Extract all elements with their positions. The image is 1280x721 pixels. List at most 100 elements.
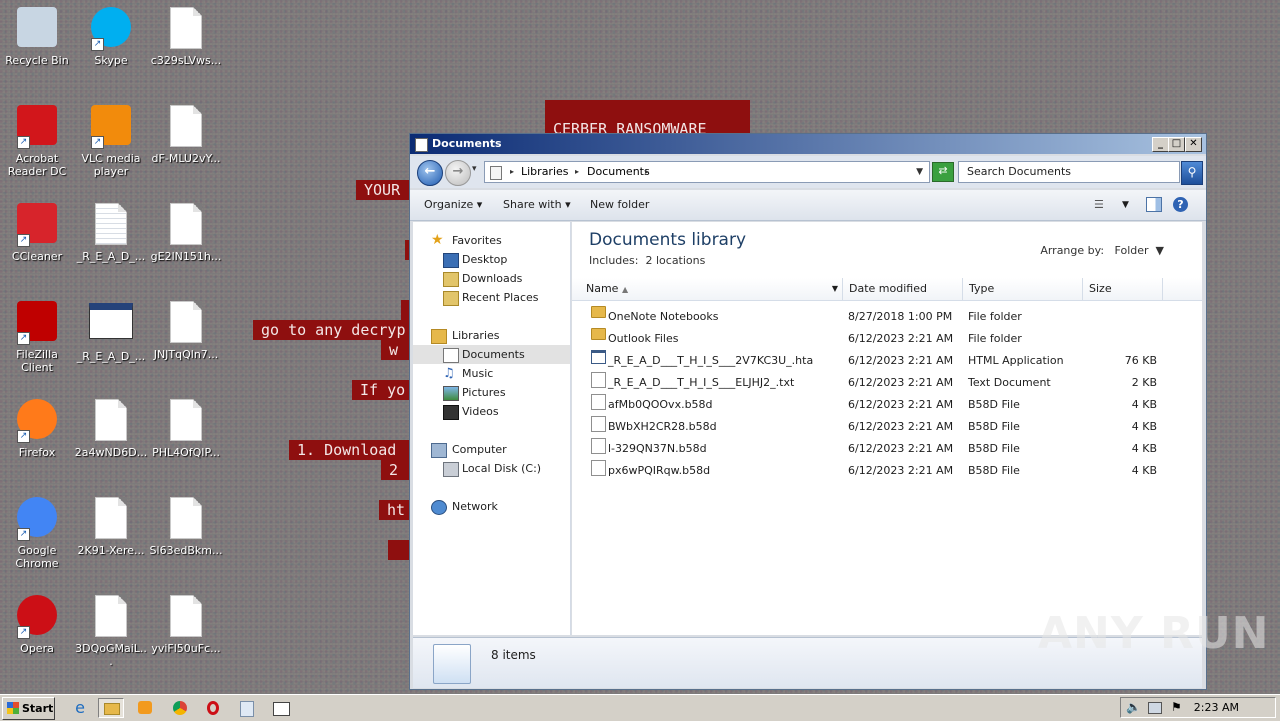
desktop-icon[interactable]: PHL4OfQIP... [149,397,223,459]
notepad-icon[interactable] [234,698,260,718]
nav-videos[interactable]: Videos [413,402,570,421]
arrange-by-dropdown[interactable]: Folder ▼ [1115,244,1164,257]
ie-icon[interactable]: e [67,698,93,718]
desktop-icon[interactable]: JNJTqQln7... [149,299,223,361]
pictures-icon [443,386,459,401]
address-bar: ← → ▾ ▸ Libraries ▸ Documents ▸ ▼ ⇄ Sear… [410,156,1206,188]
nav-documents[interactable]: Documents [413,345,570,364]
desktop-icon[interactable]: yviFl50uFc... [149,593,223,655]
file-row[interactable]: afMb0QOOvx.b58d 6/12/2023 2:21 AM B58D Fil… [572,394,1202,416]
clock[interactable]: 2:23 AM [1194,698,1239,717]
desktop-icon-label: VLC media player [81,152,141,178]
nav-downloads[interactable]: Downloads [413,269,570,288]
nav-network[interactable]: Network [413,497,570,516]
back-button[interactable]: ← [417,160,443,186]
forward-button[interactable]: → [445,160,471,186]
network-tray-icon[interactable] [1148,702,1162,714]
column-date-modified[interactable]: Date modified [843,278,963,300]
desktop-icon[interactable]: Recycle Bin [0,5,74,67]
file-row[interactable]: px6wPQIRqw.b58d 6/12/2023 2:21 AM B58D Fil… [572,460,1202,482]
filezilla-icon: ↗ [15,301,59,345]
column-name[interactable]: Name ▲ ▼ [580,278,843,300]
file-row[interactable]: _R_E_A_D___T_H_I_S___ELJHJ2_.txt 6/12/202… [572,372,1202,394]
desktop-icon[interactable]: ↗ Skype [74,5,148,67]
breadcrumb-documents[interactable]: Documents [587,162,650,182]
desktop-icon[interactable]: _R_E_A_D_... [74,299,148,363]
volume-icon[interactable]: 🔈 [1126,700,1141,714]
nav-libraries[interactable]: Libraries [413,326,570,345]
column-size[interactable]: Size [1083,278,1163,300]
desktop-icon[interactable]: ↗ VLC media player [74,103,148,178]
search-icon[interactable]: ⚲ [1181,161,1203,185]
refresh-icon[interactable]: ⇄ [932,162,954,182]
file-row[interactable]: BWbXH2CR28.b58d 6/12/2023 2:21 AM B58D Fil… [572,416,1202,438]
share-with-button[interactable]: Share with ▾ [503,190,571,220]
search-input[interactable]: Search Documents [958,161,1180,183]
desktop-icon-label: Opera [20,642,54,655]
recent-pages-chevron-icon[interactable]: ▾ [472,164,477,174]
view-dropdown-icon[interactable]: ▼ [1122,190,1129,220]
file-icon [164,7,208,51]
media-player-icon[interactable] [133,698,159,718]
nav-local-disk[interactable]: Local Disk (C:) [413,459,570,478]
nav-recent-places[interactable]: Recent Places [413,288,570,307]
shortcut-arrow-icon: ↗ [17,136,30,149]
title-bar[interactable]: Documents _ □ ✕ [410,134,1206,154]
desktop-icon-label: _R_E_A_D_... [76,350,146,363]
desktop-icon[interactable]: 2a4wND6D... [74,397,148,459]
desktop-icon[interactable]: c329sLVws... [149,5,223,67]
desktop-icon[interactable]: 2K91-Xere... [74,495,148,557]
explorer-icon[interactable] [98,698,124,718]
file-date: 6/12/2023 2:21 AM [848,398,954,411]
nav-desktop[interactable]: Desktop [413,250,570,269]
file-type: B58D File [968,398,1020,411]
desktop-icon[interactable]: ↗ FileZilla Client [0,299,74,374]
desktop-icon[interactable]: 3DQoGMaiL... [74,593,148,668]
breadcrumb-chevron-icon[interactable]: ▸ [645,162,649,182]
nav-pictures[interactable]: Pictures [413,383,570,402]
recent-places-icon [443,291,459,306]
new-folder-button[interactable]: New folder [590,190,649,220]
file-row[interactable]: OneNote Notebooks 8/27/2018 1:00 PM File f… [572,306,1202,328]
address-dropdown-icon[interactable]: ▼ [916,162,923,182]
desktop-icon[interactable]: gE2lN151h... [149,201,223,263]
breadcrumb-chevron-icon[interactable]: ▸ [575,162,579,182]
vlc-icon: ↗ [89,105,133,149]
view-options-icon[interactable]: ☰ [1094,190,1104,220]
desktop-icon[interactable]: Sl63edBkm... [149,495,223,557]
desktop-icon[interactable]: dF-MLU2vY... [149,103,223,165]
nav-favorites[interactable]: ★ Favorites [413,231,570,250]
desktop-icon-label: dF-MLU2vY... [151,152,221,165]
file-row[interactable]: Outlook Files 6/12/2023 2:21 AM File folde… [572,328,1202,350]
desktop-icon-label: PHL4OfQIP... [152,446,220,459]
file-row[interactable]: l-329QN37N.b58d 6/12/2023 2:21 AM B58D Fil… [572,438,1202,460]
action-center-flag-icon[interactable]: ⚑ [1171,700,1182,714]
file-icon [164,497,208,541]
desktop-icon[interactable]: ↗ Firefox [0,397,74,459]
desktop-icon[interactable]: _R_E_A_D_... [74,201,148,263]
desktop-icon[interactable]: ↗ Opera [0,593,74,655]
file-size: 4 KB [1131,442,1157,455]
minimize-button[interactable]: _ [1152,137,1169,152]
desktop-icon[interactable]: ↗ Acrobat Reader DC [0,103,74,178]
column-type[interactable]: Type [963,278,1083,300]
maximize-button[interactable]: □ [1168,137,1185,152]
folder-icon [591,306,606,318]
breadcrumb-libraries[interactable]: Libraries [521,162,569,182]
start-button[interactable]: Start [2,697,55,720]
breadcrumb[interactable]: ▸ Libraries ▸ Documents ▸ ▼ [484,161,930,183]
nav-music[interactable]: ♫ Music [413,364,570,383]
chrome-icon[interactable] [168,698,194,718]
locations-link[interactable]: 2 locations [645,254,705,267]
desktop-icon[interactable]: ↗ Google Chrome [0,495,74,570]
opera-icon[interactable] [201,698,227,718]
organize-button[interactable]: Organize ▾ [424,190,482,220]
taskmanager-icon[interactable] [268,698,294,718]
preview-pane-icon[interactable] [1146,197,1162,212]
desktop-icon[interactable]: ↗ CCleaner [0,201,74,263]
close-button[interactable]: ✕ [1185,137,1202,152]
file-name: Outlook Files [608,332,679,345]
nav-computer[interactable]: Computer [413,440,570,459]
file-row[interactable]: _R_E_A_D___T_H_I_S___2V7KC3U_.hta 6/12/20… [572,350,1202,372]
help-icon[interactable]: ? [1173,197,1188,212]
